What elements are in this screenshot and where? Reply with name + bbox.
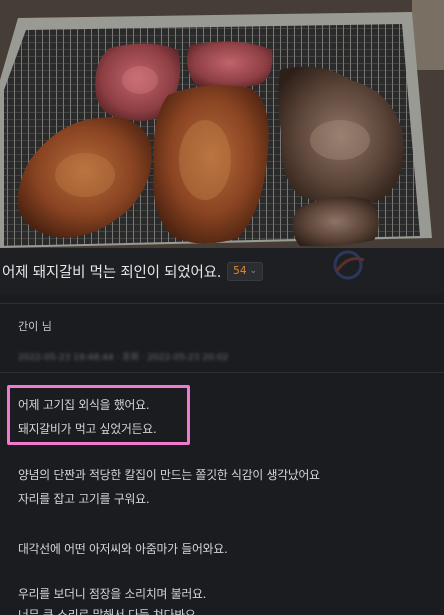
post-meta-blurred: 2022-05-23 19:48:44 · 조회 · 2022-05-23 20… [18,352,229,363]
comment-count: 54 [233,265,247,277]
body-line: 우리를 보더니 점장을 소리치며 불러요. [18,587,207,601]
meta-divider [0,372,444,373]
comment-count-badge[interactable]: 54 ⌄ [227,261,264,281]
grilled-ribs-photo [0,0,444,248]
post-meta-row: 2022-05-23 19:48:44 · 조회 · 2022-05-23 20… [0,346,444,366]
post-title: 어제 돼지갈비 먹는 죄인이 되었어요. [2,264,222,281]
chevron-down-icon: ⌄ [249,266,258,276]
body-line: 양념의 단짠과 적당한 칼집이 만드는 쫄깃한 식감이 생각났어요 [18,468,320,482]
post-title-row: 어제 돼지갈비 먹는 죄인이 되었어요. 54 ⌄ [0,248,444,294]
body-line: 대각선에 어떤 아저씨와 아줌마가 들어와요. [18,542,228,556]
pink-highlight-box [7,385,190,445]
author-name[interactable]: 간이 님 [18,318,52,334]
header-divider [0,303,444,304]
screenshot-root: 어제 돼지갈비 먹는 죄인이 되었어요. 54 ⌄ 간이 님 2022-05-2… [0,0,444,615]
site-logo-watermark [333,250,365,280]
body-line: 너무 큰 소리로 말해서 다들 쳐다봐요. [18,608,200,615]
body-line: 자리를 잡고 고기를 구워요. [18,492,150,506]
author-row: 간이 님 [0,312,444,340]
